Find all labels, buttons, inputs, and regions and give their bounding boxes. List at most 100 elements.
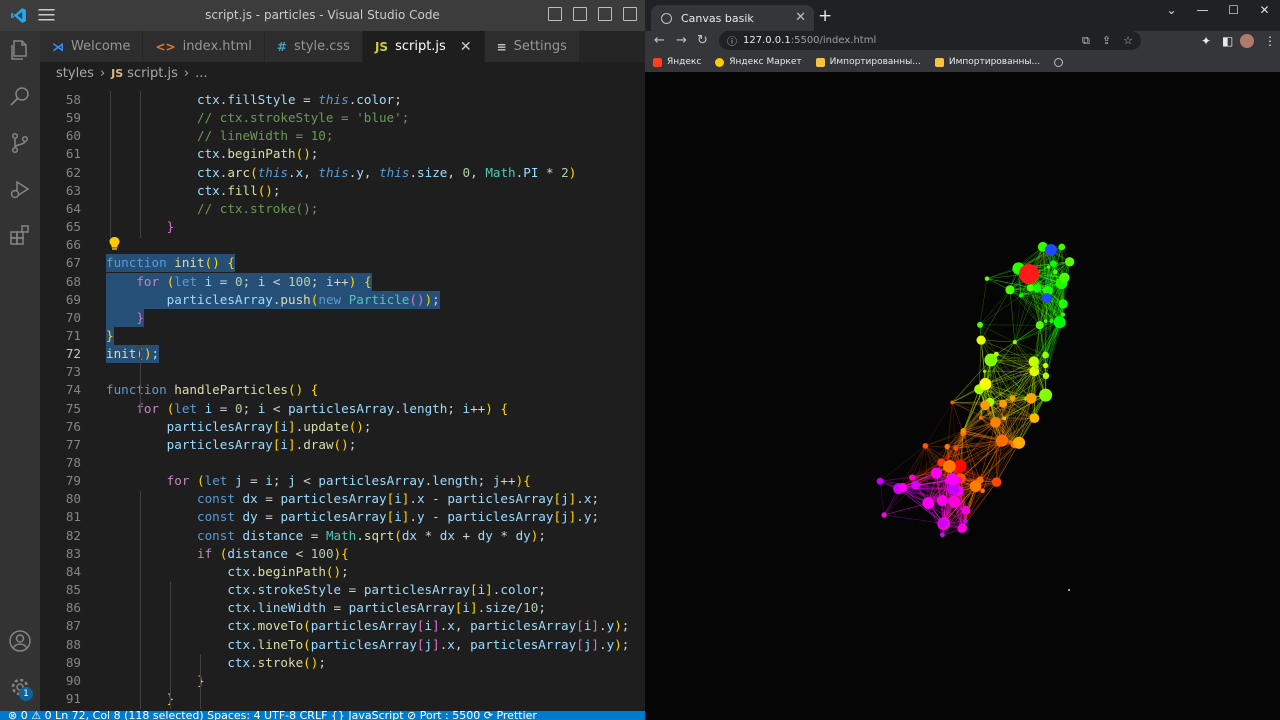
source-control-icon[interactable] <box>0 123 40 163</box>
particle <box>922 443 929 449</box>
particle-link <box>925 430 964 447</box>
particle <box>938 518 948 528</box>
tab-welcome[interactable]: ⋊ Welcome <box>40 31 144 62</box>
code-line[interactable]: 82 const distance = Math.sqrt(dx * dx + … <box>40 527 645 545</box>
code-line[interactable]: 61 ctx.beginPath(); <box>40 145 645 163</box>
code-line[interactable]: 58 ctx.fillStyle = this.color; <box>40 91 645 109</box>
breadcrumb-folder[interactable]: styles <box>56 66 94 81</box>
indent-guide <box>200 654 201 709</box>
code-line[interactable]: 74 function handleParticles() { <box>40 381 645 399</box>
minimize-button[interactable]: — <box>1187 0 1218 20</box>
tab-script-js[interactable]: JS script.js ✕ <box>362 31 485 62</box>
maximize-button[interactable]: ☐ <box>1218 0 1249 20</box>
code-line[interactable]: 66 <box>40 236 645 254</box>
toggle-secondary-sidebar-icon[interactable] <box>598 7 612 21</box>
close-tab-icon[interactable]: ✕ <box>460 39 472 55</box>
code-line[interactable]: 81 const dy = particlesArray[i].y - part… <box>40 508 645 526</box>
address-bar[interactable]: ⓘ 127.0.0.1:5500/index.html ⧉ ⇪ ☆ <box>719 31 1141 50</box>
bookmark-star-icon[interactable]: ☆ <box>1123 34 1133 48</box>
run-debug-icon[interactable] <box>0 169 40 209</box>
tab-settings[interactable]: ≡ Settings <box>484 31 580 62</box>
site-info-icon[interactable]: ⓘ <box>727 33 737 48</box>
manage-gear-icon[interactable] <box>0 667 40 707</box>
breadcrumb-file[interactable]: script.js <box>127 66 178 81</box>
code-line[interactable]: 84 ctx.beginPath(); <box>40 563 645 581</box>
code-line[interactable]: 70 } <box>40 308 645 327</box>
code-line[interactable]: 79 for (let j = i; j < particlesArray.le… <box>40 472 645 490</box>
bookmark-globe[interactable] <box>1054 57 1068 67</box>
bookmark-yandex-market[interactable]: Яндекс Маркет <box>715 57 802 67</box>
code-line[interactable]: 80 const dx = particlesArray[i].x - part… <box>40 490 645 508</box>
code-line[interactable]: 89 ctx.stroke(); <box>40 654 645 672</box>
code-text: // ctx.strokeStyle = 'blue'; <box>106 110 410 126</box>
code-line[interactable]: 76 particlesArray[i].update(); <box>40 418 645 436</box>
bookmark-folder-imported[interactable]: Импортированны... <box>934 57 1040 67</box>
reload-button[interactable]: ↻ <box>697 33 708 48</box>
code-editor[interactable]: 58 ctx.fillStyle = this.color; 59 // ctx.… <box>40 82 645 709</box>
particle-link <box>952 402 964 434</box>
code-line[interactable]: 72 init(); <box>40 345 645 364</box>
tab-search-icon[interactable]: ⌄ <box>1156 0 1187 20</box>
customize-layout-icon[interactable] <box>623 7 637 21</box>
code-line[interactable]: 64 // ctx.stroke(); <box>40 200 645 218</box>
code-line[interactable]: 83 if (distance < 100){ <box>40 545 645 563</box>
search-icon[interactable] <box>0 77 40 117</box>
share-icon[interactable]: ⇪ <box>1102 34 1111 48</box>
tab-index-html[interactable]: <> index.html <box>143 31 265 62</box>
close-tab-icon[interactable]: ✕ <box>795 10 806 25</box>
particle <box>953 445 959 451</box>
new-tab-button[interactable]: + <box>818 6 832 26</box>
forward-button[interactable]: → <box>676 33 687 48</box>
particle <box>980 488 985 493</box>
account-icon[interactable] <box>0 621 40 661</box>
code-line[interactable]: 75 for (let i = 0; i < particlesArray.le… <box>40 400 645 418</box>
code-line[interactable]: 67 function init() { <box>40 254 645 273</box>
code-line[interactable]: 62 ctx.arc(this.x, this.y, this.size, 0,… <box>40 164 645 182</box>
code-line[interactable]: 65 } <box>40 218 645 236</box>
code-line[interactable]: 71} <box>40 326 645 345</box>
code-line[interactable]: 68 for (let i = 0; i < 100; i++) { <box>40 272 645 291</box>
breadcrumb-more[interactable]: ... <box>195 66 207 81</box>
profile-avatar[interactable] <box>1240 34 1254 48</box>
particle <box>1046 265 1051 269</box>
editor-tabs: ⋊ Welcome <> index.html # style.css JS script.j… <box>40 31 645 62</box>
code-line[interactable]: 60 // lineWidth = 10; <box>40 127 645 145</box>
browser-tab[interactable]: Canvas basik ✕ <box>651 5 814 31</box>
code-text: ctx.lineWidth = particlesArray[i].size/1… <box>227 600 546 616</box>
code-line[interactable]: 86 ctx.lineWidth = particlesArray[i].siz… <box>40 599 645 617</box>
code-line[interactable]: 85 ctx.strokeStyle = particlesArray[i].c… <box>40 581 645 599</box>
bookmark-yandex[interactable]: Яндекс <box>653 57 701 67</box>
code-line[interactable]: 78 <box>40 454 645 472</box>
extensions-puzzle-icon[interactable]: ✦ <box>1201 34 1211 48</box>
code-line[interactable]: 87 ctx.moveTo(particlesArray[i].x, parti… <box>40 617 645 635</box>
code-line[interactable]: 77 particlesArray[i].draw(); <box>40 436 645 454</box>
code-text: ctx.fillStyle = this.color; <box>197 92 402 107</box>
more-menu-icon[interactable]: ⋮ <box>1264 34 1276 48</box>
side-panel-icon[interactable]: ◧ <box>1222 34 1233 48</box>
code-line[interactable]: 88 ctx.lineTo(particlesArray[j].x, parti… <box>40 636 645 654</box>
code-text: ctx.beginPath(); <box>197 146 319 162</box>
code-line[interactable]: 91 } <box>40 690 645 708</box>
code-line[interactable]: 90 } <box>40 672 645 690</box>
line-number: 70 <box>65 309 81 325</box>
toggle-panel-icon[interactable] <box>573 7 587 21</box>
translate-icon[interactable]: ⧉ <box>1082 34 1090 48</box>
tab-style-css[interactable]: # style.css <box>264 31 363 62</box>
particle-link <box>949 417 981 467</box>
close-window-button[interactable]: ✕ <box>1249 0 1280 20</box>
code-line[interactable]: 63 ctx.fill(); <box>40 182 645 200</box>
line-number: 68 <box>65 273 81 289</box>
back-button[interactable]: ← <box>654 33 665 48</box>
particles-canvas[interactable] <box>645 72 1280 720</box>
code-line[interactable]: 73 <box>40 363 645 381</box>
toggle-sidebar-icon[interactable] <box>548 7 562 21</box>
extensions-icon[interactable] <box>0 215 40 255</box>
bookmark-folder-imported[interactable]: Импортированны... <box>815 57 921 67</box>
indent-guide <box>170 582 171 709</box>
particle <box>1050 260 1057 268</box>
line-number: 67 <box>65 255 81 271</box>
code-line[interactable]: 59 // ctx.strokeStyle = 'blue'; <box>40 109 645 127</box>
particle <box>1042 293 1052 303</box>
explorer-icon[interactable] <box>0 31 40 71</box>
code-line[interactable]: 69 particlesArray.push(new Particle()); <box>40 290 645 309</box>
